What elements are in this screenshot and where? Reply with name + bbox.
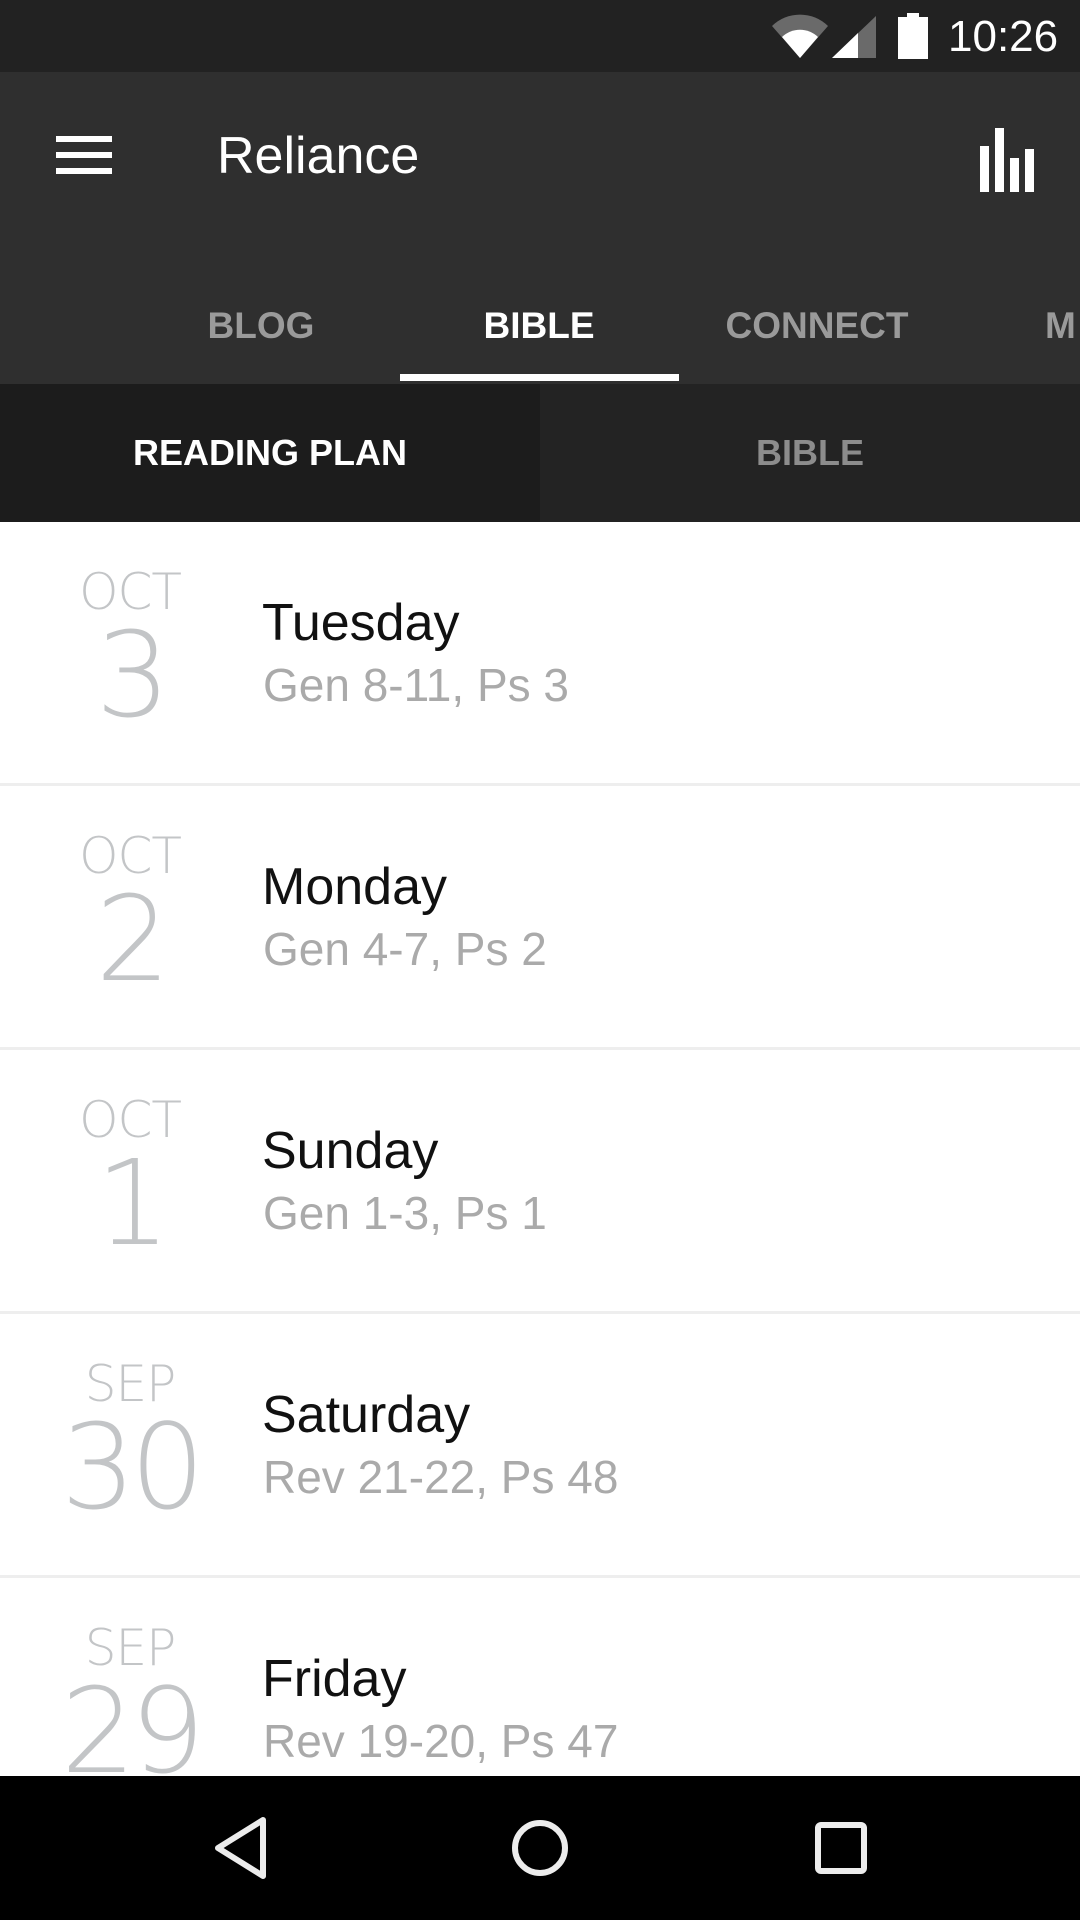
subtab-bible[interactable]: BIBLE — [540, 384, 1080, 522]
list-item[interactable]: OCT 3 Tuesday Gen 8-11, Ps 3 — [0, 522, 1080, 786]
subtab-reading-plan[interactable]: READING PLAN — [0, 384, 540, 522]
cell-signal-icon — [832, 16, 876, 58]
weekday: Sunday — [262, 1122, 439, 1180]
date-day: 3 — [95, 606, 170, 744]
clock: 10:26 — [948, 12, 1059, 61]
home-button[interactable] — [480, 1798, 600, 1898]
tab-more[interactable]: M — [1045, 268, 1076, 384]
app-title: Reliance — [217, 127, 420, 185]
passages: Rev 19-20, Ps 47 — [263, 1715, 619, 1767]
menu-button[interactable] — [40, 116, 128, 204]
date-day: 30 — [60, 1398, 205, 1536]
weekday: Saturday — [262, 1386, 471, 1444]
tab-blog[interactable]: BLOG — [122, 268, 400, 384]
equalizer-button[interactable] — [966, 116, 1062, 212]
weekday: Monday — [262, 858, 447, 916]
tab-sermons[interactable]: ONS — [0, 268, 100, 384]
tab-connect[interactable]: CONNECT — [678, 268, 956, 384]
list-item[interactable]: SEP 30 Saturday Rev 21-22, Ps 48 — [0, 1314, 1080, 1578]
home-icon — [512, 1820, 568, 1876]
back-icon — [215, 1817, 266, 1879]
date-day: 2 — [95, 870, 170, 1008]
reading-plan-list[interactable]: OCT 3 Tuesday Gen 8-11, Ps 3 OCT 2 Monda… — [0, 522, 1080, 1776]
main-tabs: ONS BLOG BIBLE CONNECT M — [0, 268, 1080, 384]
wifi-icon — [772, 14, 828, 58]
passages: Rev 21-22, Ps 48 — [263, 1451, 619, 1503]
active-tab-indicator — [400, 374, 679, 381]
app-bar: Reliance ONS BLOG BIBLE CONNECT M — [0, 72, 1080, 384]
recents-button[interactable] — [780, 1798, 900, 1898]
tab-bible[interactable]: BIBLE — [400, 268, 678, 384]
list-item[interactable]: OCT 2 Monday Gen 4-7, Ps 2 — [0, 786, 1080, 1050]
passages: Gen 4-7, Ps 2 — [263, 923, 547, 975]
list-item[interactable]: SEP 29 Friday Rev 19-20, Ps 47 — [0, 1578, 1080, 1776]
recents-icon — [815, 1822, 867, 1874]
passages: Gen 8-11, Ps 3 — [263, 659, 569, 711]
weekday: Tuesday — [262, 594, 460, 652]
battery-icon — [898, 13, 928, 59]
weekday: Friday — [262, 1650, 407, 1708]
date-day: 29 — [60, 1662, 205, 1776]
date-day: 1 — [95, 1134, 170, 1272]
equalizer-icon — [980, 128, 1034, 192]
list-item[interactable]: OCT 1 Sunday Gen 1-3, Ps 1 — [0, 1050, 1080, 1314]
passages: Gen 1-3, Ps 1 — [263, 1187, 547, 1239]
back-button[interactable] — [180, 1798, 300, 1898]
system-nav-bar — [0, 1776, 1080, 1920]
sub-tabs: READING PLAN BIBLE — [0, 384, 1080, 522]
status-bar: 10:26 — [0, 0, 1080, 72]
